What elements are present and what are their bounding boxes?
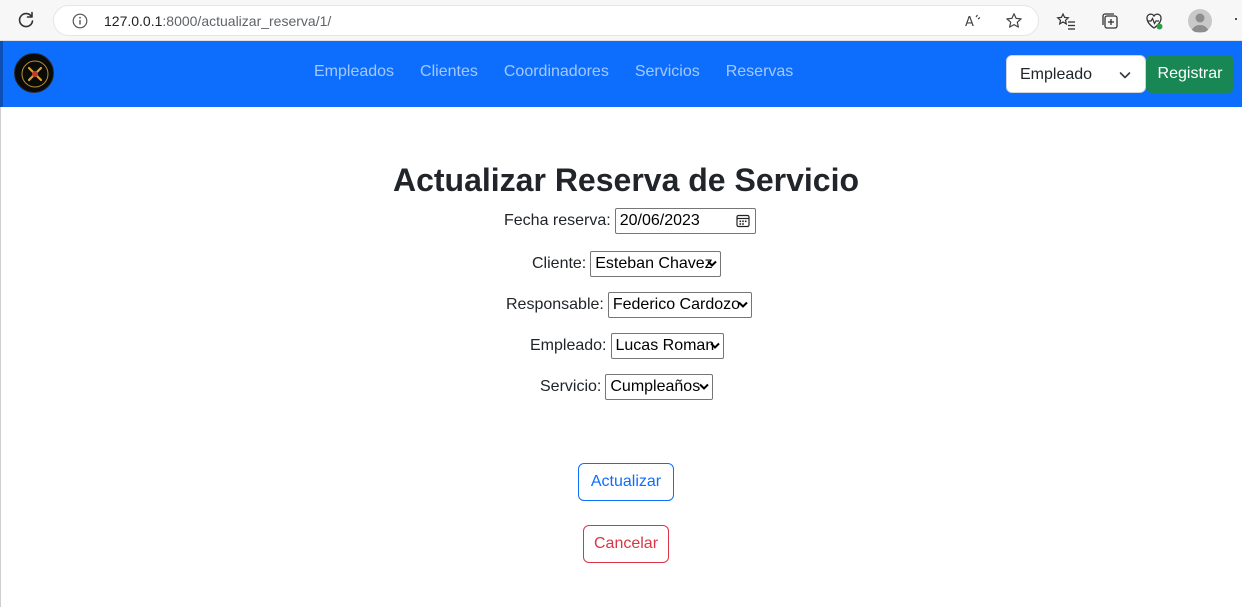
read-aloud-icon[interactable]: A (964, 12, 982, 30)
nav-link-reservas[interactable]: Reservas (713, 63, 807, 81)
app-navbar: Empleados Clientes Coordinadores Servici… (0, 41, 1242, 107)
servicio-row: Servicio: Cumpleaños (540, 374, 714, 400)
fecha-value: 20/06/2023 (619, 212, 700, 229)
profile-avatar[interactable] (1188, 9, 1212, 33)
logo-icon (21, 60, 49, 88)
svg-text:A: A (965, 15, 974, 30)
address-bar[interactable]: 127.0.0.1:8000/actualizar_reserva/1/ A (53, 5, 1039, 36)
responsable-label: Responsable: (506, 296, 604, 313)
responsable-value: Federico Cardozo (612, 296, 741, 313)
responsable-select[interactable]: Federico Cardozo (607, 292, 752, 318)
cliente-select[interactable]: Esteban Chavez (590, 251, 722, 277)
user-icon (1191, 13, 1209, 32)
browser-essentials-icon[interactable] (1144, 11, 1164, 31)
more-menu-icon[interactable]: ··· (1233, 8, 1242, 29)
role-select[interactable]: Empleado (1006, 55, 1146, 93)
brand-logo[interactable] (14, 53, 54, 93)
nav-link-coordinadores[interactable]: Coordinadores (491, 63, 622, 81)
servicio-select[interactable]: Cumpleaños (605, 374, 714, 400)
cliente-row: Cliente: Esteban Chavez (532, 251, 722, 277)
responsable-row: Responsable: Federico Cardozo (506, 292, 752, 318)
favorite-star-icon[interactable] (1005, 12, 1023, 30)
chevron-down-icon (699, 383, 710, 390)
update-button[interactable]: Actualizar (578, 463, 674, 501)
empleado-value: Lucas Roman (615, 337, 715, 354)
empleado-label: Empleado: (530, 337, 607, 354)
reload-icon[interactable] (16, 10, 36, 30)
nav-link-clientes[interactable]: Clientes (407, 63, 491, 81)
fecha-input[interactable]: 20/06/2023 (614, 208, 756, 234)
collections-icon[interactable] (1100, 11, 1120, 31)
register-button[interactable]: Registrar (1146, 55, 1234, 93)
nav-link-servicios[interactable]: Servicios (622, 63, 713, 81)
chevron-down-icon (707, 260, 717, 267)
calendar-icon[interactable] (736, 213, 750, 228)
servicio-value: Cumpleaños (610, 378, 701, 395)
fecha-row: Fecha reserva: 20/06/2023 (504, 208, 756, 234)
servicio-label: Servicio: (540, 378, 602, 395)
url-text[interactable]: 127.0.0.1:8000/actualizar_reserva/1/ (104, 13, 331, 29)
browser-toolbar: 127.0.0.1:8000/actualizar_reserva/1/ A ·… (0, 0, 1242, 41)
chevron-down-icon (738, 301, 748, 308)
nav-link-empleados[interactable]: Empleados (301, 63, 407, 81)
cliente-label: Cliente: (532, 255, 587, 272)
role-select-value: Empleado (1020, 66, 1093, 83)
cancel-button[interactable]: Cancelar (583, 525, 669, 563)
chevron-down-icon (709, 342, 720, 349)
favorites-icon[interactable] (1056, 11, 1076, 31)
nav-links: Empleados Clientes Coordinadores Servici… (301, 63, 806, 81)
empleado-row: Empleado: Lucas Roman (530, 333, 724, 359)
page-title: Actualizar Reserva de Servicio (392, 162, 859, 198)
chevron-down-icon (1119, 72, 1131, 79)
info-icon[interactable] (72, 13, 88, 29)
fecha-label: Fecha reserva: (504, 212, 611, 229)
empleado-select[interactable]: Lucas Roman (610, 333, 724, 359)
cliente-value: Esteban Chavez (595, 255, 713, 272)
